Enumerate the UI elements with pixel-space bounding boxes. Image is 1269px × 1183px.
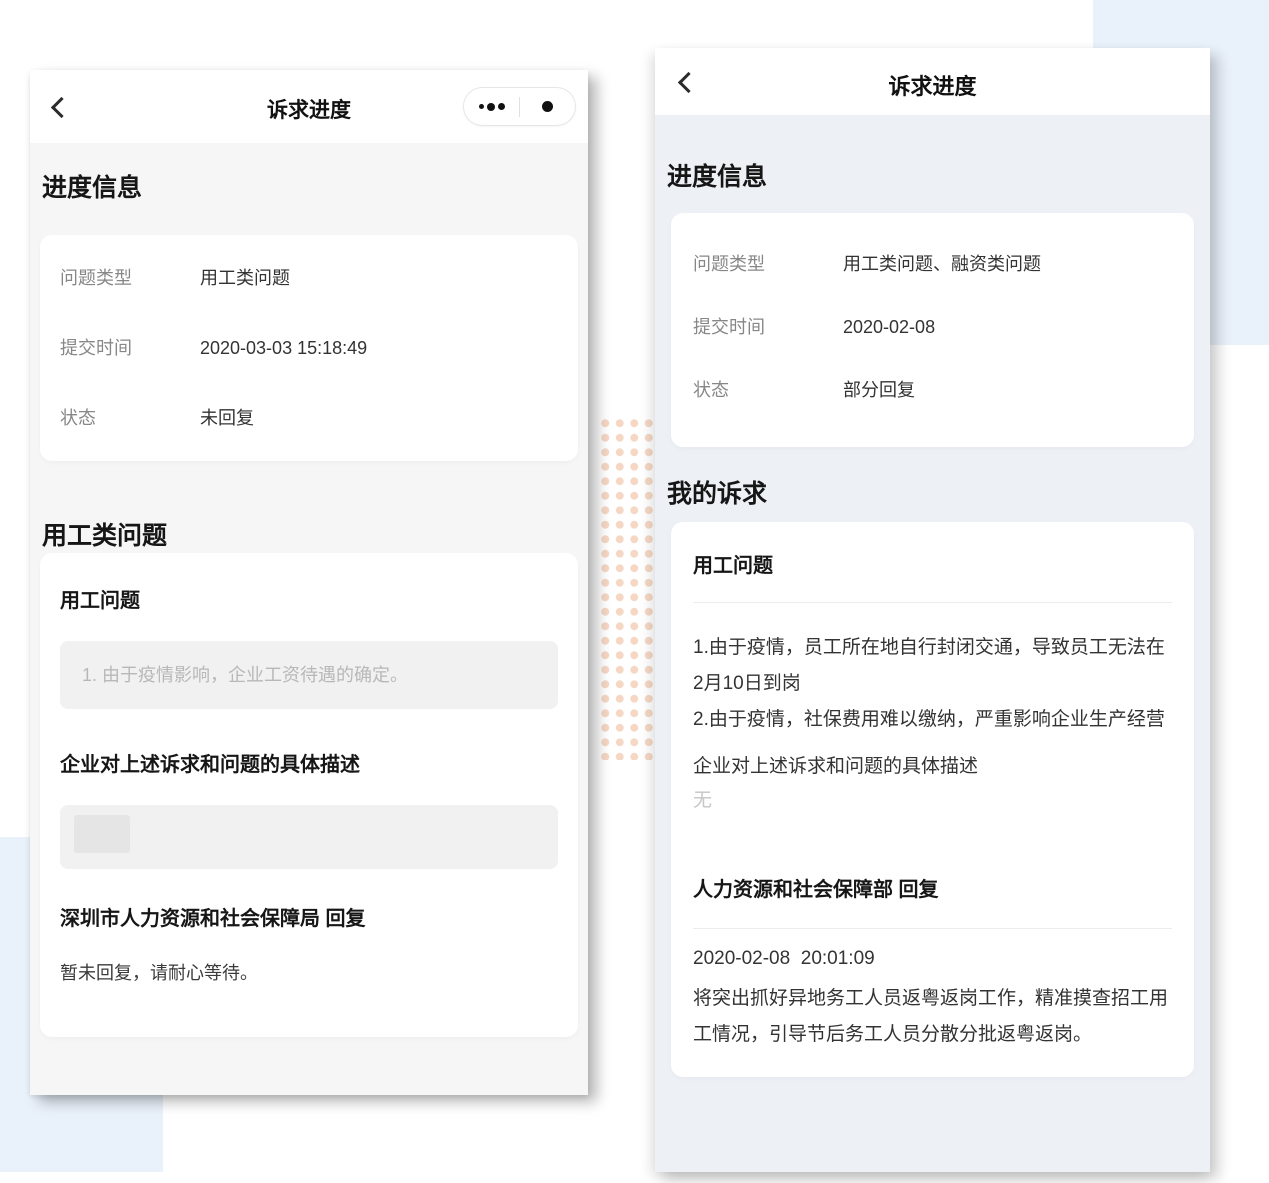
row-label: 提交时间 — [60, 335, 200, 361]
screenshot-right: 诉求进度 进度信息 问题类型 用工类问题、融资类问题 提交时间 2020-02-… — [655, 48, 1210, 1172]
reply-timestamp: 2020-02-08 20:01:09 — [693, 945, 1172, 973]
info-row: 状态 未回复 — [60, 405, 558, 431]
description-value: 无 — [693, 786, 1172, 816]
description-heading: 企业对上述诉求和问题的具体描述 — [60, 751, 558, 779]
wechat-capsule — [463, 87, 576, 126]
section-heading-issue-type: 用工类问题 — [42, 519, 576, 553]
info-row: 提交时间 2020-02-08 — [693, 314, 1172, 340]
row-value: 用工类问题 — [200, 265, 290, 291]
divider — [693, 602, 1172, 603]
page-title: 诉求进度 — [655, 69, 1210, 101]
info-row: 问题类型 用工类问题 — [60, 265, 558, 291]
row-label: 状态 — [693, 377, 843, 403]
description-box[interactable] — [60, 805, 558, 869]
description-heading: 企业对上述诉求和问题的具体描述 — [693, 752, 1172, 782]
left-navbar: 诉求进度 — [30, 70, 588, 143]
target-icon — [542, 101, 553, 112]
info-row: 问题类型 用工类问题、融资类问题 — [693, 251, 1172, 277]
right-body: 进度信息 问题类型 用工类问题、融资类问题 提交时间 2020-02-08 状态… — [655, 115, 1210, 1172]
section-heading-my-appeal: 我的诉求 — [667, 477, 1198, 511]
appeal-detail-card: 用工问题 1.由于疫情，员工所在地自行封闭交通，导致员工无法在2月10日到岗 2… — [671, 522, 1194, 1077]
reply-heading: 深圳市人力资源和社会保障局 回复 — [60, 905, 558, 933]
more-dots-icon — [498, 103, 505, 110]
row-label: 问题类型 — [693, 251, 843, 277]
appeal-line: 2.由于疫情，社保费用难以缴纳，严重影响企业生产经营 — [693, 702, 1172, 738]
progress-info-card: 问题类型 用工类问题、融资类问题 提交时间 2020-02-08 状态 部分回复 — [671, 213, 1194, 447]
more-menu-button[interactable] — [464, 88, 519, 125]
section-heading-progress: 进度信息 — [42, 143, 576, 205]
issue-title: 用工问题 — [693, 552, 1172, 580]
page: 诉求进度 进度信息 问题类型 用工类问题 提交时间 2 — [0, 0, 1269, 1183]
issue-input[interactable]: 1. 由于疫情影响，企业工资待遇的确定。 — [60, 641, 558, 709]
issue-input-placeholder: 1. 由于疫情影响，企业工资待遇的确定。 — [60, 641, 558, 709]
reply-heading: 人力资源和社会保障部 回复 — [693, 876, 1172, 904]
row-label: 问题类型 — [60, 265, 200, 291]
appeal-line: 1.由于疫情，员工所在地自行封闭交通，导致员工无法在2月10日到岗 — [693, 630, 1172, 702]
issue-detail-card: 用工问题 1. 由于疫情影响，企业工资待遇的确定。 企业对上述诉求和问题的具体描… — [40, 553, 578, 1037]
info-row: 状态 部分回复 — [693, 377, 1172, 403]
reply-text: 暂未回复，请耐心等待。 — [60, 959, 558, 987]
exit-miniprogram-button[interactable] — [520, 88, 575, 125]
left-body: 进度信息 问题类型 用工类问题 提交时间 2020-03-03 15:18:49… — [30, 143, 588, 1095]
row-value: 部分回复 — [843, 377, 915, 403]
row-value: 2020-03-03 15:18:49 — [200, 335, 367, 361]
right-navbar: 诉求进度 — [655, 48, 1210, 115]
info-row: 提交时间 2020-03-03 15:18:49 — [60, 335, 558, 361]
issue-title: 用工问题 — [60, 587, 558, 615]
section-heading-progress: 进度信息 — [667, 115, 1198, 194]
reply-text: 将突出抓好异地务工人员返粤返岗工作，精准摸查招工用工情况，引导节后务工人员分散分… — [693, 981, 1172, 1053]
screenshot-left: 诉求进度 进度信息 问题类型 用工类问题 提交时间 2 — [30, 70, 588, 1095]
row-value: 未回复 — [200, 405, 254, 431]
row-label: 提交时间 — [693, 314, 843, 340]
more-dots-icon — [487, 103, 495, 111]
row-value: 用工类问题、融资类问题 — [843, 251, 1041, 277]
divider — [693, 928, 1172, 929]
more-dots-icon — [479, 104, 484, 109]
redacted-content — [74, 815, 130, 853]
row-label: 状态 — [60, 405, 200, 431]
progress-info-card: 问题类型 用工类问题 提交时间 2020-03-03 15:18:49 状态 未… — [40, 235, 578, 461]
row-value: 2020-02-08 — [843, 314, 935, 340]
